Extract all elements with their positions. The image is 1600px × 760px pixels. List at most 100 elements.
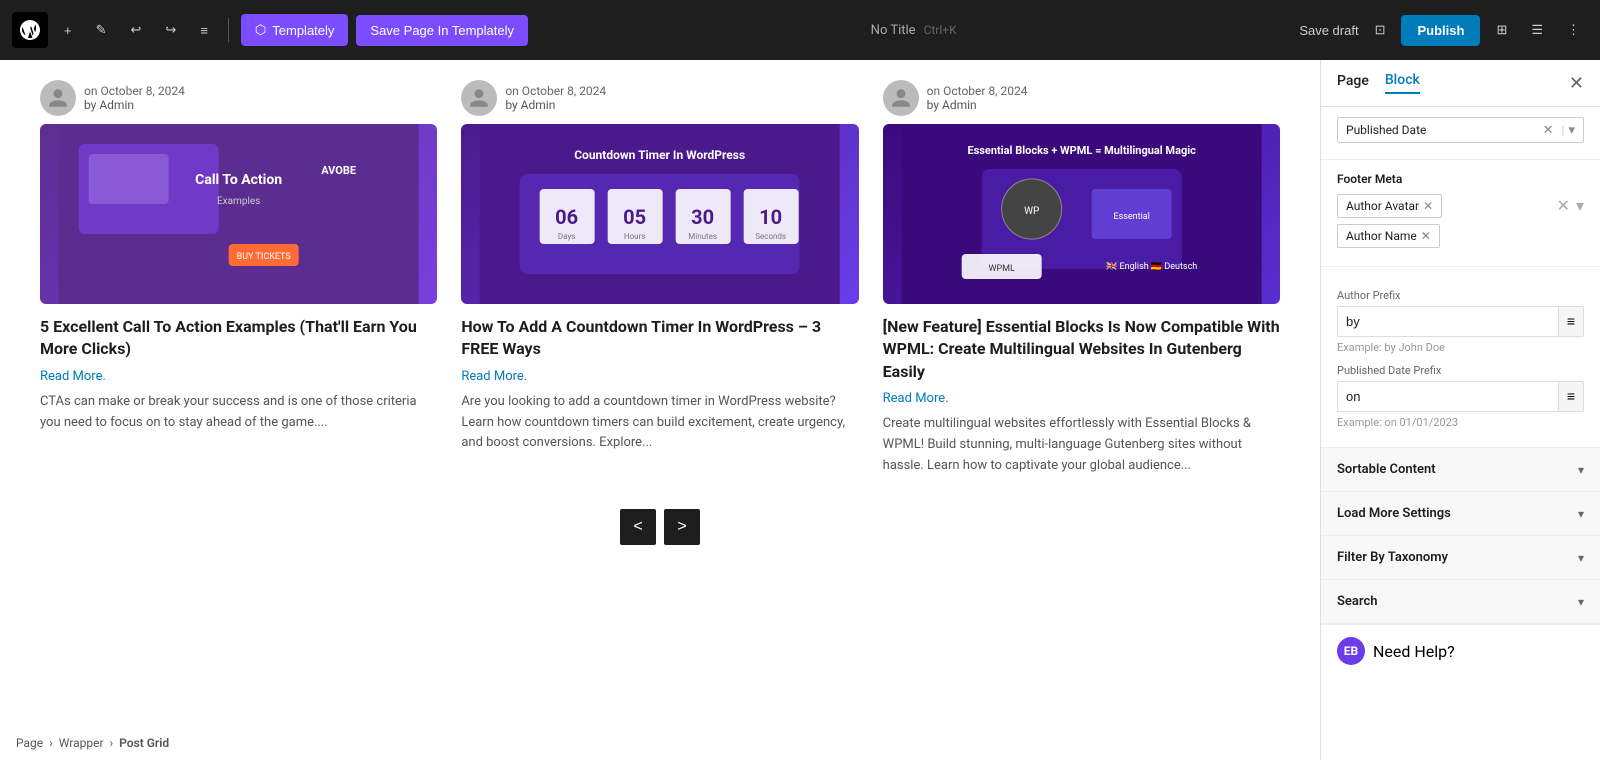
author-avatar-chevron[interactable]: ▾	[1576, 196, 1584, 216]
breadcrumb-page[interactable]: Page	[16, 736, 43, 750]
svg-text:🇬🇧 English 🇩🇪 Deutsch: 🇬🇧 English 🇩🇪 Deutsch	[1106, 261, 1197, 272]
save-draft-button[interactable]: Save draft	[1299, 23, 1358, 38]
publish-button[interactable]: Publish	[1401, 15, 1480, 46]
svg-text:AVOBE: AVOBE	[321, 164, 356, 177]
post-title-2: How To Add A Countdown Timer In WordPres…	[461, 316, 858, 361]
filter-by-taxonomy-chevron: ▾	[1578, 551, 1584, 565]
sortable-content-label: Sortable Content	[1337, 462, 1436, 477]
search-header[interactable]: Search ▾	[1321, 580, 1600, 623]
preview-button[interactable]: ⊡	[1367, 16, 1394, 44]
load-more-settings-header[interactable]: Load More Settings ▾	[1321, 492, 1600, 535]
author-prefix-field-row: ≡	[1337, 306, 1584, 337]
published-date-prefix-label: Published Date Prefix	[1337, 364, 1584, 377]
svg-text:BUY TICKETS: BUY TICKETS	[237, 252, 291, 262]
author-avatar-row: Author Avatar ✕ ✕ ▾	[1337, 194, 1584, 218]
post-card-3: on October 8, 2024 by Admin Essential Bl…	[883, 80, 1280, 477]
svg-text:06: 06	[556, 205, 579, 229]
published-date-tag: Published Date ✕ | ▾	[1337, 117, 1584, 143]
toolbar-right: Save draft ⊡ Publish ⊞ ☰ ⋮	[1299, 15, 1588, 46]
prev-page-button[interactable]: <	[620, 509, 656, 545]
author-prefix-align-icon: ≡	[1558, 307, 1583, 336]
author-prefix-hint: Example: by John Doe	[1337, 341, 1584, 354]
panel-header: Page Block ✕	[1321, 60, 1600, 107]
author-name-tag: Author Name ✕	[1337, 224, 1440, 248]
no-title-text: No Title	[871, 23, 916, 38]
pagination: < >	[40, 509, 1280, 545]
redo-button[interactable]: ↪	[157, 16, 184, 44]
templately-button[interactable]: ⬡ Templately	[241, 14, 349, 46]
breadcrumb: Page › Wrapper › Post Grid	[16, 736, 169, 750]
svg-text:Countdown Timer In WordPress: Countdown Timer In WordPress	[575, 148, 746, 162]
sortable-content-section: Sortable Content ▾	[1321, 448, 1600, 492]
read-more-1[interactable]: Read More.	[40, 369, 437, 384]
save-page-button[interactable]: Save Page In Templately	[356, 15, 528, 46]
footer-meta-body: Footer Meta Author Avatar ✕ ✕ ▾ Author	[1321, 160, 1600, 266]
author-prefix-input[interactable]	[1338, 308, 1558, 335]
published-date-tag-label: Published Date	[1346, 123, 1543, 137]
load-more-settings-chevron: ▾	[1578, 507, 1584, 521]
published-date-prefix-input[interactable]	[1338, 383, 1558, 410]
more-options[interactable]: ⋮	[1559, 16, 1588, 44]
sidebar-toggle[interactable]: ☰	[1523, 16, 1551, 44]
search-label: Search	[1337, 594, 1378, 609]
breadcrumb-post-grid[interactable]: Post Grid	[119, 736, 169, 750]
post-card-2: on October 8, 2024 by Admin Countdown Ti…	[461, 80, 858, 477]
load-more-settings-label: Load More Settings	[1337, 506, 1451, 521]
filter-by-taxonomy-section: Filter By Taxonomy ▾	[1321, 536, 1600, 580]
title-area: No Title Ctrl+K	[536, 23, 1291, 38]
post-image-2: Countdown Timer In WordPress 06 05 30 10…	[461, 124, 858, 304]
post-title-1: 5 Excellent Call To Action Examples (Tha…	[40, 316, 437, 361]
footer-meta-section: Footer Meta Author Avatar ✕ ✕ ▾ Author	[1321, 160, 1600, 267]
panel-close-button[interactable]: ✕	[1569, 74, 1584, 92]
author-name-row: Author Name ✕	[1337, 224, 1584, 248]
settings-toggle[interactable]: ⊞	[1488, 16, 1515, 44]
avatar-2	[461, 80, 497, 116]
post-author-1: by Admin	[84, 98, 185, 112]
author-prefix-body: Author Prefix ≡ Example: by John Doe Pub…	[1321, 267, 1600, 447]
wp-logo	[12, 12, 48, 48]
need-help-section[interactable]: EB Need Help?	[1321, 624, 1600, 677]
next-page-button[interactable]: >	[664, 509, 700, 545]
post-meta-top-1: on October 8, 2024 by Admin	[40, 80, 437, 116]
filter-by-taxonomy-header[interactable]: Filter By Taxonomy ▾	[1321, 536, 1600, 579]
author-avatar-tag: Author Avatar ✕	[1337, 194, 1442, 218]
post-image-1: Call To Action Examples BUY TICKETS AVOB…	[40, 124, 437, 304]
add-button[interactable]: +	[56, 17, 80, 44]
filter-by-taxonomy-label: Filter By Taxonomy	[1337, 550, 1448, 565]
post-excerpt-2: Are you looking to add a countdown timer…	[461, 392, 858, 454]
post-excerpt-3: Create multilingual websites effortlessl…	[883, 414, 1280, 476]
pencil-button[interactable]: ✎	[88, 16, 115, 44]
svg-text:Essential: Essential	[1113, 212, 1149, 222]
svg-text:Call To Action: Call To Action	[195, 172, 282, 188]
published-date-prefix-field-row: ≡	[1337, 381, 1584, 412]
need-help-label: Need Help?	[1373, 642, 1455, 661]
main-layout: on October 8, 2024 by Admin Call To Acti…	[0, 60, 1600, 760]
undo-button[interactable]: ↩	[123, 16, 150, 44]
sortable-content-header[interactable]: Sortable Content ▾	[1321, 448, 1600, 491]
post-date-1: on October 8, 2024	[84, 84, 185, 98]
breadcrumb-sep-1: ›	[49, 736, 53, 750]
author-avatar-clear[interactable]: ✕	[1557, 196, 1570, 216]
read-more-3[interactable]: Read More.	[883, 391, 1280, 406]
search-section: Search ▾	[1321, 580, 1600, 624]
menu-button[interactable]: ≡	[192, 17, 216, 44]
tab-block[interactable]: Block	[1385, 72, 1420, 94]
published-date-dropdown[interactable]: ▾	[1568, 122, 1575, 138]
post-image-3: Essential Blocks + WPML = Multilingual M…	[883, 124, 1280, 304]
right-panel: Page Block ✕ Published Date ✕ | ▾ Footer…	[1320, 60, 1600, 760]
post-title-3: [New Feature] Essential Blocks Is Now Co…	[883, 316, 1280, 383]
post-date-2: on October 8, 2024	[505, 84, 606, 98]
published-date-remove[interactable]: ✕	[1543, 122, 1554, 138]
svg-text:05: 05	[624, 205, 647, 229]
footer-meta-label: Footer Meta	[1337, 172, 1584, 186]
post-author-3: by Admin	[927, 98, 1028, 112]
shortcut-hint: Ctrl+K	[924, 23, 957, 37]
author-avatar-remove[interactable]: ✕	[1423, 199, 1433, 213]
post-meta-top-3: on October 8, 2024 by Admin	[883, 80, 1280, 116]
breadcrumb-wrapper[interactable]: Wrapper	[59, 736, 104, 750]
svg-text:WPML: WPML	[988, 264, 1015, 274]
author-name-remove[interactable]: ✕	[1421, 229, 1431, 243]
tab-page[interactable]: Page	[1337, 73, 1369, 93]
svg-text:Examples: Examples	[217, 196, 260, 207]
read-more-2[interactable]: Read More.	[461, 369, 858, 384]
